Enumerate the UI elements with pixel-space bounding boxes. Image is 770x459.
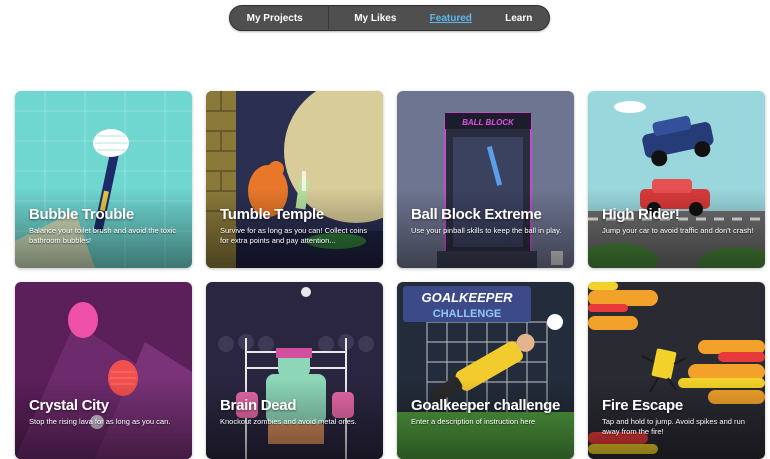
nav-divider [327, 5, 329, 31]
card-description: Jump your car to avoid traffic and don't… [602, 226, 754, 235]
card-title: Crystal City [29, 397, 109, 414]
game-card-goalkeeper-challenge[interactable]: GOALKEEPER CHALLENGE Goalkeeper challeng… [397, 282, 574, 459]
card-title: Tumble Temple [220, 206, 324, 223]
card-title: Bubble Trouble [29, 206, 134, 223]
game-card-high-rider[interactable]: High Rider! Jump your car to avoid traff… [588, 91, 765, 268]
card-description: Stop the rising lava for as long as you … [29, 417, 171, 426]
game-card-brain-dead[interactable]: Brain Dead Knockout zombies and avoid me… [206, 282, 383, 459]
nav-my-likes[interactable]: My Likes [346, 9, 404, 28]
arcade-sign: BALL BLOCK [462, 118, 515, 127]
top-nav-bar: My Projects My Likes Featured Learn [229, 5, 550, 31]
card-description: Use your pinball skills to keep the ball… [411, 226, 562, 235]
card-description: Tap and hold to jump. Avoid spikes and r… [602, 417, 745, 436]
card-description: Survive for as long as you can! Collect … [220, 226, 368, 245]
nav-my-projects[interactable]: My Projects [239, 9, 311, 28]
card-title: High Rider! [602, 206, 680, 223]
nav-learn[interactable]: Learn [497, 9, 540, 28]
banner-line-2: CHALLENGE [433, 308, 501, 320]
game-card-crystal-city[interactable]: Crystal City Stop the rising lava for as… [15, 282, 192, 459]
card-title: Ball Block Extreme [411, 206, 542, 223]
card-description: Enter a description of instruction here [411, 417, 536, 426]
game-card-tumble-temple[interactable]: Tumble Temple Survive for as long as you… [206, 91, 383, 268]
card-title: Goalkeeper challenge [411, 397, 561, 414]
card-description: Balance your toilet brush and avoid the … [29, 226, 177, 245]
game-card-bubble-trouble[interactable]: Bubble Trouble Balance your toilet brush… [15, 91, 192, 268]
card-title: Brain Dead [220, 397, 297, 414]
nav-featured[interactable]: Featured [422, 9, 480, 28]
game-card-ball-block-extreme[interactable]: BALL BLOCK Ball Block Extreme Use your p… [397, 91, 574, 268]
game-card-fire-escape[interactable]: Fire Escape Tap and hold to jump. Avoid … [588, 282, 765, 459]
banner-line-1: GOALKEEPER [421, 290, 513, 305]
card-title: Fire Escape [602, 397, 683, 414]
card-description: Knockout zombies and avoid metal ones. [220, 417, 357, 426]
